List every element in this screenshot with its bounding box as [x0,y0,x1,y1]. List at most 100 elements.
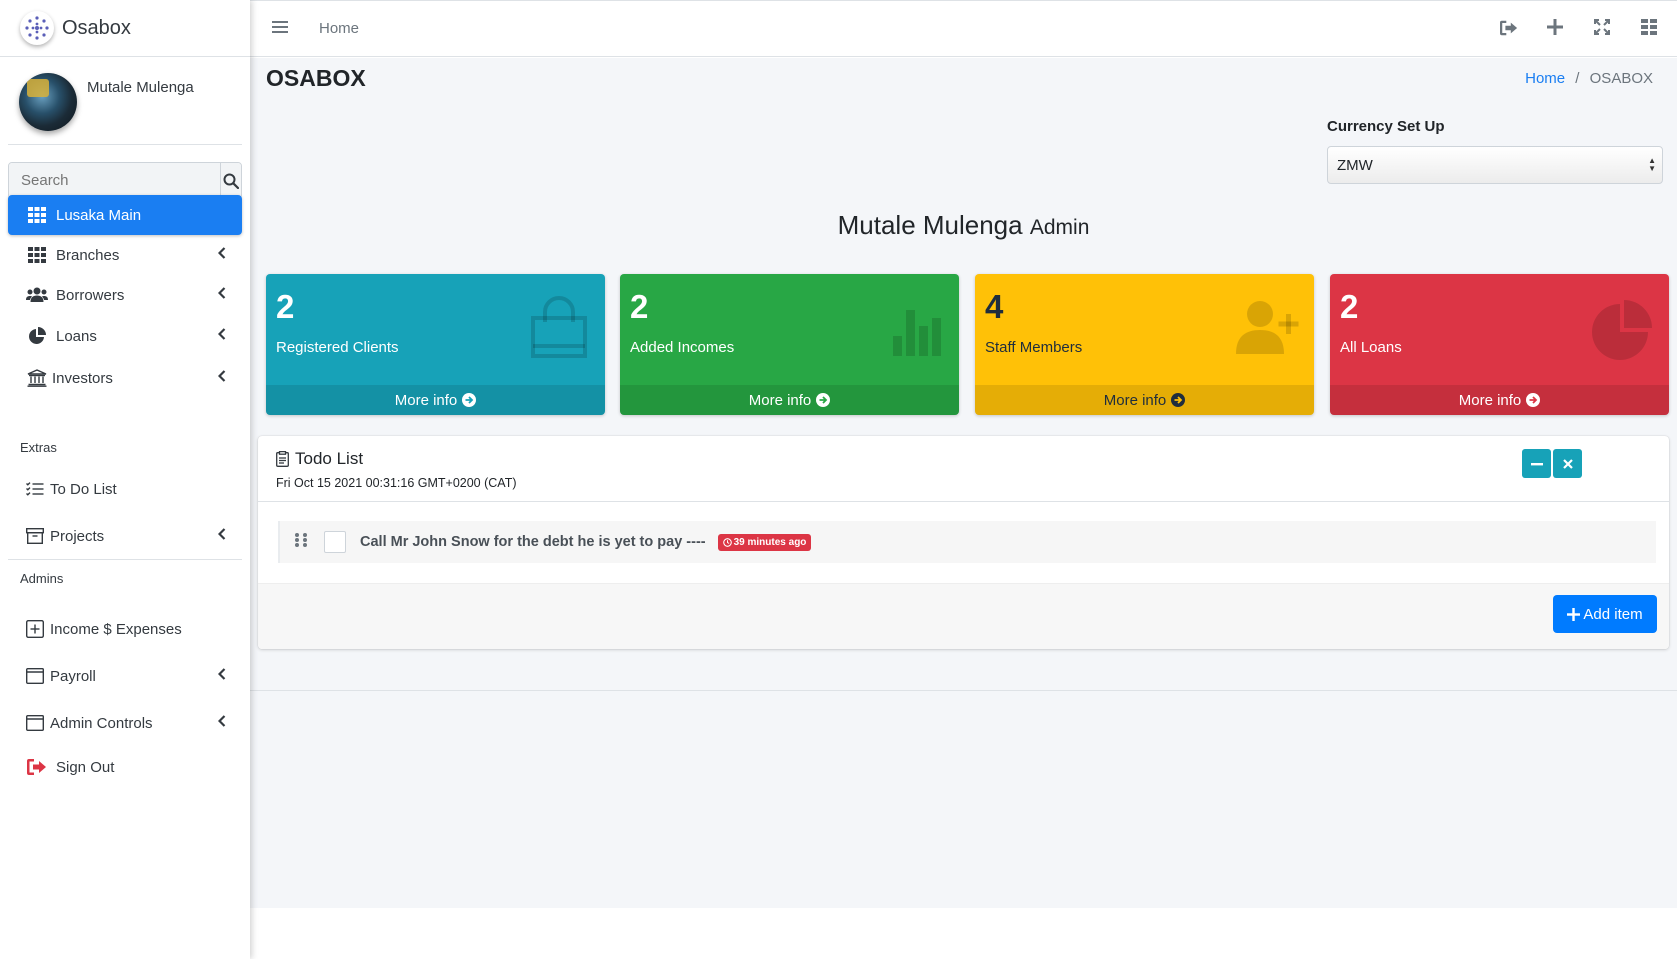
sidebar-item-label: Lusaka Main [56,206,142,224]
sidebar-item-label: To Do List [50,480,117,498]
search-input[interactable] [9,163,220,198]
todo-card-title-text: Todo List [295,449,364,468]
chevron-left-icon [218,668,226,680]
sidebar-item-label: Sign Out [56,758,115,776]
todo-card-title: Todo List [276,449,363,469]
chevron-left-icon [218,328,226,340]
search-icon [223,173,239,189]
search-button[interactable] [220,163,241,198]
fullscreen-icon[interactable] [1594,19,1610,35]
clipboard-icon [276,451,289,467]
sidebar-item-income-expenses[interactable]: Income $ Expenses [8,609,242,649]
breadcrumb-current: OSABOX [1589,70,1653,87]
stat-label: All Loans [1340,339,1402,356]
plus-square-icon [24,618,46,640]
grid-icon [26,204,48,226]
sidebar-item-label: Borrowers [56,286,125,304]
sidebar-item-sign-out[interactable]: Sign Out [8,747,242,787]
sidebar-item-investors[interactable]: Investors [8,358,242,398]
more-info-label: More info [1103,391,1167,409]
brand-link[interactable]: Osabox [0,0,250,57]
chevron-left-icon [218,528,226,540]
admin-heading: Mutale Mulenga Admin [250,210,1677,241]
hamburger-menu-icon[interactable] [272,20,288,34]
top-nav-home-link[interactable]: Home [319,20,359,37]
list-icon [24,478,46,500]
sidebar-item-label: Payroll [50,667,96,685]
breadcrumb-home-link[interactable]: Home [1525,70,1565,87]
content-divider [250,690,1677,691]
pie-chart-icon [26,325,48,347]
sidebar-item-label: Admin Controls [50,714,153,732]
shopping-bag-icon [531,296,587,358]
sidebar-item-label: Loans [56,327,97,345]
admin-name: Mutale Mulenga [837,210,1023,240]
sidebar-item-projects[interactable]: Projects [8,516,242,556]
sidebar-item-admin-controls[interactable]: Admin Controls [8,703,242,743]
time-badge: 39 minutes ago [717,533,812,551]
user-panel[interactable]: Mutale Mulenga [8,57,242,145]
currency-select[interactable]: ZMW ▲ ▼ [1327,146,1663,184]
user-plus-icon [1236,301,1299,354]
stat-box-added-incomes: 2 Added Incomes More info [620,274,959,415]
minus-icon [1530,462,1543,465]
select-arrows-icon: ▲ ▼ [1648,156,1656,173]
chevron-left-icon [218,715,226,727]
sidebar-divider [8,559,242,560]
user-name: Mutale Mulenga [87,79,194,96]
breadcrumb-separator: / [1575,70,1580,87]
avatar [19,73,77,131]
currency-label: Currency Set Up [1327,118,1445,135]
more-info-link[interactable]: More info [620,385,959,415]
sidebar-item-branches[interactable]: Branches [8,235,242,275]
time-badge-text: 39 minutes ago [733,536,807,548]
plus-icon[interactable] [1547,19,1563,35]
sign-out-icon[interactable] [1500,19,1518,37]
chevron-left-icon [218,370,226,382]
sidebar-item-lusaka-main[interactable]: Lusaka Main [8,195,242,235]
todo-card-header: Todo List Fri Oct 15 2021 00:31:16 GMT+0… [258,436,1669,502]
brand-name: Osabox [62,16,131,39]
stat-label: Staff Members [985,339,1083,356]
chevron-left-icon [218,287,226,299]
clock-icon [722,537,732,547]
sign-out-icon [26,756,48,778]
apps-grid-icon[interactable] [1641,19,1657,35]
todo-text: Call Mr John Snow for the debt he is yet… [360,534,706,550]
stat-value: 2 [276,288,295,325]
plus-icon [1567,607,1581,621]
sidebar-item-borrowers[interactable]: Borrowers [8,275,242,315]
close-icon [1562,458,1573,469]
users-icon [26,284,48,306]
breadcrumb: Home / OSABOX [1525,70,1653,87]
todo-card: Todo List Fri Oct 15 2021 00:31:16 GMT+0… [258,436,1669,649]
sidebar-header-admins: Admins [20,571,64,586]
stat-box-registered-clients: 2 Registered Clients More info [266,274,605,415]
stat-label: Registered Clients [276,339,399,356]
sidebar-item-loans[interactable]: Loans [8,316,242,356]
todo-checkbox[interactable] [324,531,346,553]
page-title: OSABOX [266,65,366,91]
arrow-circle-right-icon [816,393,831,407]
currency-selected-value: ZMW [1337,156,1373,174]
todo-card-date: Fri Oct 15 2021 00:31:16 GMT+0200 (CAT) [276,476,517,490]
add-item-button[interactable]: Add item [1553,595,1657,633]
collapse-button[interactable] [1522,449,1551,478]
more-info-link[interactable]: More info [266,385,605,415]
remove-button[interactable] [1553,449,1582,478]
more-info-link[interactable]: More info [1330,385,1669,415]
archive-icon [24,525,46,547]
drag-handle-icon[interactable] [294,532,310,552]
sidebar-item-label: Branches [56,246,120,264]
stat-value: 4 [985,288,1004,325]
sidebar-item-payroll[interactable]: Payroll [8,656,242,696]
more-info-label: More info [394,391,458,409]
more-info-link[interactable]: More info [975,385,1314,415]
sidebar-item-to-do-list[interactable]: To Do List [8,469,242,509]
window-icon [24,712,46,734]
arrow-circle-right-icon [1171,393,1186,407]
pie-chart-icon [1592,300,1652,360]
window-icon [24,665,46,687]
stat-value: 2 [1340,288,1359,325]
sidebar-item-label: Projects [50,527,105,545]
